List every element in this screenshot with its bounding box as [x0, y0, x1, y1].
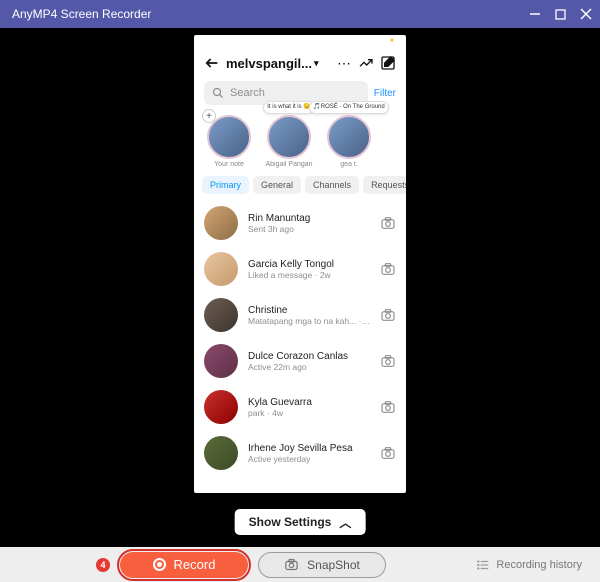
- more-icon[interactable]: ⋯: [336, 55, 352, 71]
- list-icon: [476, 558, 490, 572]
- chat-row[interactable]: Garcia Kelly TongolLiked a message · 2w: [194, 246, 406, 292]
- snapshot-button[interactable]: SnapShot: [258, 552, 386, 578]
- chat-row[interactable]: Irhene Joy Sevilla PesaActive yesterday: [194, 430, 406, 476]
- phone-status-bar: ●: [194, 35, 406, 45]
- search-icon: [212, 87, 224, 99]
- stories-row: + Your note It is what it is 😔 Abigail P…: [194, 111, 406, 176]
- account-switcher[interactable]: melvspangil...▾: [226, 56, 319, 71]
- tab-general[interactable]: General: [253, 176, 301, 194]
- tab-primary[interactable]: Primary: [202, 176, 249, 194]
- recording-stage: ● melvspangil...▾ ⋯ Search Filter + Your…: [0, 28, 600, 547]
- record-button[interactable]: Record: [120, 552, 248, 578]
- avatar: [204, 344, 238, 378]
- camera-icon[interactable]: [380, 307, 396, 323]
- story-item[interactable]: It is what it is 😔 Abigail Pangan: [264, 115, 314, 168]
- camera-icon[interactable]: [380, 445, 396, 461]
- avatar: [204, 206, 238, 240]
- note-bubble: It is what it is 😔: [263, 101, 314, 114]
- avatar: [204, 390, 238, 424]
- avatar: [204, 252, 238, 286]
- inbox-tabs: Primary General Channels Requests: [194, 176, 406, 200]
- filter-link[interactable]: Filter: [374, 88, 396, 99]
- story-your-note[interactable]: + Your note: [204, 115, 254, 168]
- plus-icon: +: [202, 109, 216, 123]
- camera-icon[interactable]: [380, 261, 396, 277]
- window-controls: [529, 8, 592, 20]
- dm-header: melvspangil...▾ ⋯: [194, 45, 406, 81]
- app-title: AnyMP4 Screen Recorder: [12, 7, 151, 21]
- chat-row[interactable]: Kyla Guevarrapark · 4w: [194, 384, 406, 430]
- chat-row[interactable]: Dulce Corazon CanlasActive 22m ago: [194, 338, 406, 384]
- avatar: [267, 115, 311, 159]
- minimize-button[interactable]: [529, 8, 541, 20]
- camera-icon[interactable]: [380, 215, 396, 231]
- chevron-up-icon: ︿: [339, 514, 351, 531]
- camera-icon[interactable]: [380, 353, 396, 369]
- tab-requests[interactable]: Requests: [363, 176, 406, 194]
- trending-arrow-icon[interactable]: [358, 55, 374, 71]
- story-item[interactable]: 🎵ROSÉ · On The Ground gea t.: [324, 115, 374, 168]
- maximize-button[interactable]: [555, 9, 566, 20]
- chat-row[interactable]: Rin ManuntagSent 3h ago: [194, 200, 406, 246]
- recording-history-link[interactable]: Recording history: [476, 558, 582, 572]
- show-settings-button[interactable]: Show Settings ︿: [235, 509, 366, 535]
- record-icon: [153, 558, 166, 571]
- chat-list: Rin ManuntagSent 3h ago Garcia Kelly Ton…: [194, 200, 406, 493]
- bottom-toolbar: 4 Record SnapShot Recording history: [0, 547, 600, 582]
- camera-icon[interactable]: [380, 399, 396, 415]
- phone-screen: ● melvspangil...▾ ⋯ Search Filter + Your…: [194, 35, 406, 493]
- avatar: [207, 115, 251, 159]
- chevron-down-icon: ▾: [314, 58, 319, 69]
- avatar: [204, 298, 238, 332]
- titlebar: AnyMP4 Screen Recorder: [0, 0, 600, 28]
- camera-icon: [284, 557, 299, 572]
- note-bubble: 🎵ROSÉ · On The Ground: [309, 101, 388, 114]
- step-badge: 4: [96, 558, 110, 572]
- avatar: [327, 115, 371, 159]
- search-placeholder: Search: [230, 87, 265, 99]
- chat-row[interactable]: ChristineMatatapang mga to na kah... · 3…: [194, 292, 406, 338]
- tab-channels[interactable]: Channels: [305, 176, 359, 194]
- compose-icon[interactable]: [380, 55, 396, 71]
- avatar: [204, 436, 238, 470]
- back-arrow-icon[interactable]: [204, 55, 220, 71]
- close-button[interactable]: [580, 8, 592, 20]
